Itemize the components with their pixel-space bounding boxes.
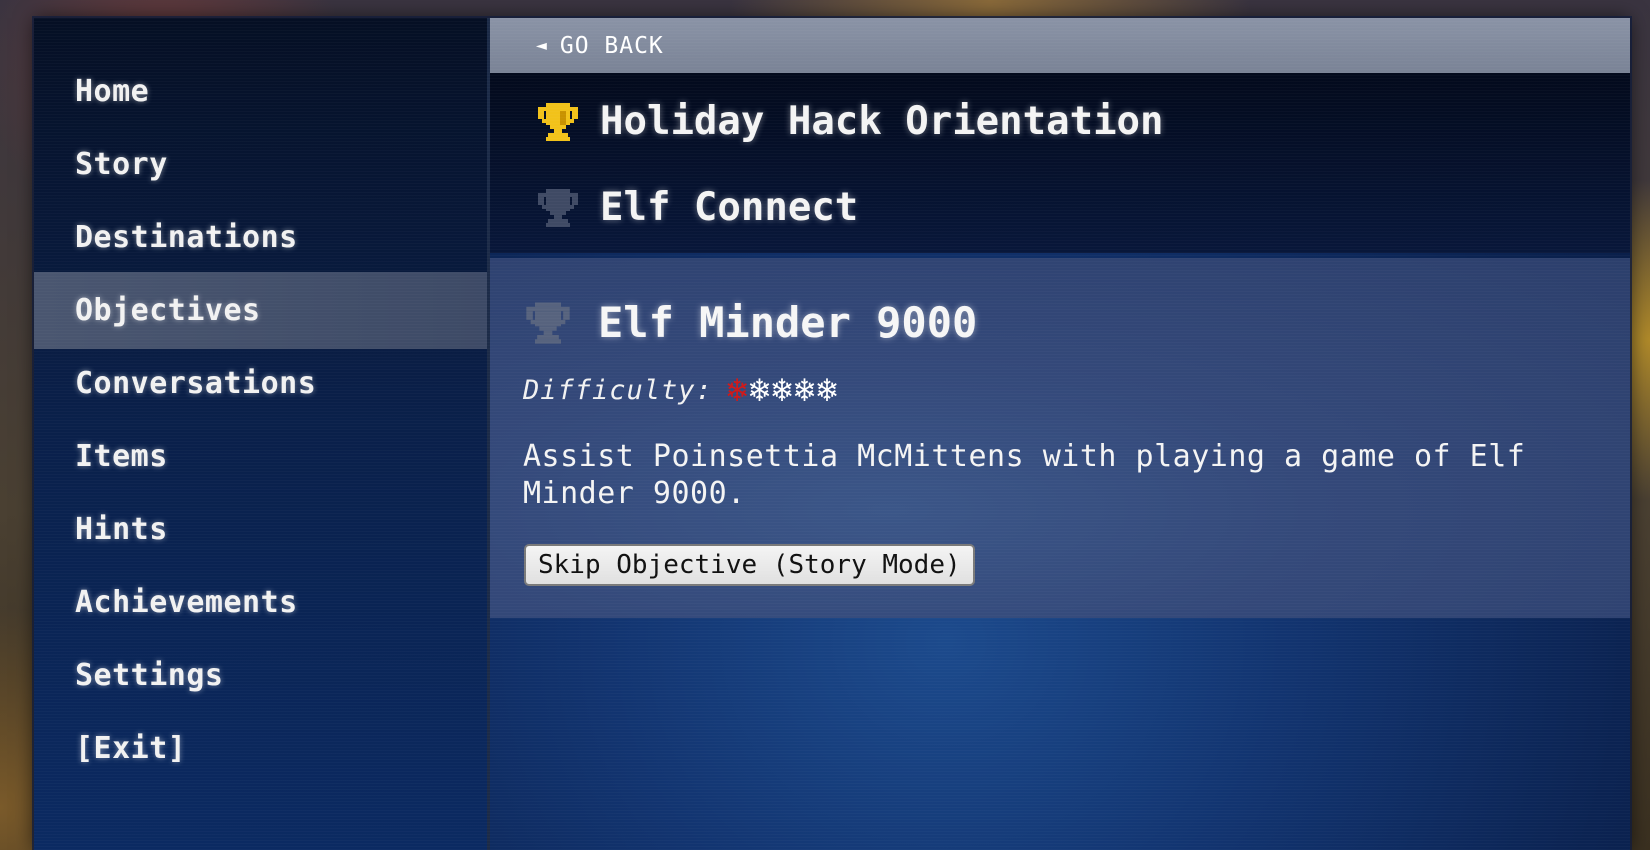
sidebar-item-hints[interactable]: Hints (34, 491, 487, 568)
objective-detail-title: Elf Minder 9000 (522, 296, 977, 348)
sidebar-item-achievements[interactable]: Achievements (34, 564, 487, 641)
snowflake-inactive-icon: ❄ (816, 370, 839, 410)
snowflake-inactive-icon: ❄ (749, 370, 771, 410)
go-back-button[interactable]: ◄ GO BACK (490, 18, 1630, 73)
sidebar-item-destinations[interactable]: Destinations (34, 199, 487, 276)
snowflake-active-icon: ❄ (726, 370, 749, 410)
objective-description: Assist Poinsettia McMittens with playing… (523, 439, 1526, 511)
sidebar-item-settings[interactable]: Settings (34, 637, 487, 714)
sidebar-item-conversations[interactable]: Conversations (34, 345, 487, 422)
objective-title: Elf Connect (600, 184, 859, 230)
sidebar-item-home[interactable]: Home (34, 53, 487, 130)
sidebar-item-objectives[interactable]: Objectives (34, 272, 487, 349)
sidebar-nav: Home Story Destinations Objectives Conve… (34, 18, 490, 850)
selected-objective-title: Elf Minder 9000 (598, 297, 978, 347)
objective-item-holiday-hack-orientation[interactable]: Holiday Hack Orientation (490, 77, 1630, 165)
difficulty-label: Difficulty: (523, 374, 713, 406)
trophy-icon (538, 103, 578, 141)
snowflake-inactive-icon: ❄ (794, 370, 816, 410)
go-back-label: GO BACK (559, 32, 664, 59)
objective-detail: Elf Minder 9000 Difficulty: ❄ ❄ ❄ ❄ ❄ Assist… (490, 258, 1630, 618)
objectives-panel: ◄ GO BACK Holiday Hack Orientation Elf C… (490, 18, 1630, 850)
sidebar-item-story[interactable]: Story (34, 126, 487, 203)
trophy-icon (538, 189, 578, 227)
difficulty-snowflakes: ❄ ❄ ❄ ❄ ❄ (727, 373, 839, 407)
back-arrow-icon: ◄ (536, 35, 548, 56)
sidebar-item-exit[interactable]: [Exit] (34, 710, 487, 787)
game-menu-window: Home Story Destinations Objectives Conve… (34, 18, 1630, 850)
objective-item-elf-connect[interactable]: Elf Connect (490, 163, 1630, 251)
sidebar-item-items[interactable]: Items (34, 418, 487, 495)
objective-list: Holiday Hack Orientation Elf Connect (490, 73, 1630, 253)
trophy-icon (526, 302, 570, 344)
objective-title: Holiday Hack Orientation (600, 98, 1164, 144)
snowflake-inactive-icon: ❄ (771, 370, 794, 410)
difficulty-rating: Difficulty: ❄ ❄ ❄ ❄ ❄ (523, 373, 839, 407)
skip-objective-button[interactable]: Skip Objective (Story Mode) (524, 544, 975, 586)
